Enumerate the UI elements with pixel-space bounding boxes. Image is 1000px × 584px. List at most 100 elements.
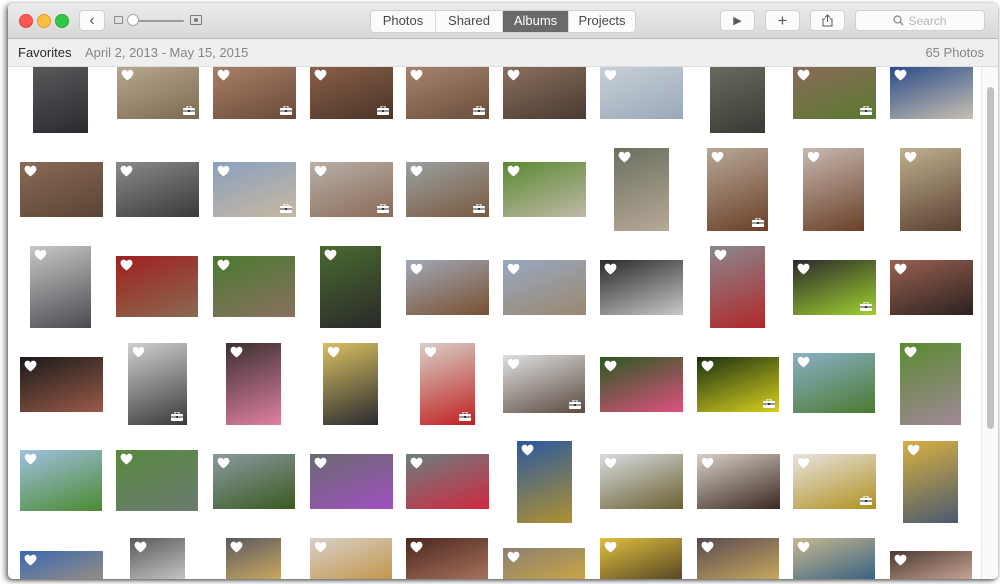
photo-thumbnail[interactable] [503, 548, 585, 579]
share-button[interactable] [810, 10, 845, 31]
favorite-heart-icon[interactable] [314, 457, 327, 469]
photo-thumbnail[interactable] [310, 67, 393, 119]
favorite-heart-icon[interactable] [24, 554, 37, 566]
scrollbar-thumb[interactable] [987, 87, 994, 429]
favorite-heart-icon[interactable] [701, 457, 714, 469]
photo-thumbnail[interactable] [890, 260, 973, 315]
favorite-heart-icon[interactable] [120, 453, 133, 465]
tab-photos[interactable]: Photos [371, 11, 436, 32]
photo-thumbnail[interactable] [900, 343, 961, 425]
favorite-heart-icon[interactable] [327, 346, 340, 358]
photo-thumbnail[interactable] [323, 343, 378, 425]
favorite-heart-icon[interactable] [424, 346, 437, 358]
photo-thumbnail[interactable] [707, 148, 768, 231]
add-button[interactable]: + [765, 10, 800, 31]
favorite-heart-icon[interactable] [711, 151, 724, 163]
favorite-heart-icon[interactable] [34, 249, 47, 261]
favorite-heart-icon[interactable] [314, 69, 327, 81]
photo-thumbnail[interactable] [890, 551, 972, 579]
favorite-heart-icon[interactable] [134, 541, 147, 553]
photo-thumbnail[interactable] [406, 260, 489, 315]
favorite-heart-icon[interactable] [410, 263, 423, 275]
favorite-heart-icon[interactable] [217, 69, 230, 81]
favorite-heart-icon[interactable] [507, 551, 520, 563]
favorite-heart-icon[interactable] [618, 151, 631, 163]
photo-thumbnail[interactable] [517, 441, 572, 523]
tab-shared[interactable]: Shared [436, 11, 503, 32]
favorite-heart-icon[interactable] [120, 259, 133, 271]
favorite-heart-icon[interactable] [604, 360, 617, 372]
photo-thumbnail[interactable] [406, 162, 489, 217]
photo-thumbnail[interactable] [406, 454, 489, 509]
photo-thumbnail[interactable] [20, 162, 103, 217]
photo-thumbnail[interactable] [600, 357, 683, 412]
scrollbar[interactable] [981, 67, 998, 579]
photo-thumbnail[interactable] [600, 538, 682, 579]
photo-thumbnail[interactable] [503, 162, 586, 217]
favorite-heart-icon[interactable] [314, 165, 327, 177]
back-button[interactable]: ‹ [79, 10, 105, 31]
photo-thumbnail[interactable] [793, 353, 875, 413]
favorite-heart-icon[interactable] [797, 457, 810, 469]
favorite-heart-icon[interactable] [807, 151, 820, 163]
favorite-heart-icon[interactable] [797, 541, 810, 553]
favorite-heart-icon[interactable] [604, 541, 617, 553]
photo-thumbnail[interactable] [116, 162, 199, 217]
favorite-heart-icon[interactable] [894, 554, 907, 566]
photo-thumbnail[interactable] [697, 454, 780, 509]
favorite-heart-icon[interactable] [797, 356, 810, 368]
favorite-heart-icon[interactable] [507, 358, 520, 370]
photo-thumbnail[interactable] [20, 357, 103, 412]
photo-thumbnail[interactable] [900, 148, 961, 231]
photo-thumbnail[interactable] [503, 260, 586, 315]
photo-thumbnail[interactable] [710, 67, 765, 133]
favorite-heart-icon[interactable] [410, 541, 423, 553]
favorite-heart-icon[interactable] [604, 457, 617, 469]
photo-thumbnail[interactable] [213, 454, 295, 509]
photo-thumbnail[interactable] [117, 67, 199, 119]
favorite-heart-icon[interactable] [604, 263, 617, 275]
favorite-heart-icon[interactable] [324, 249, 337, 261]
photo-thumbnail[interactable] [420, 343, 475, 425]
tab-projects[interactable]: Projects [569, 11, 635, 32]
photo-thumbnail[interactable] [710, 246, 765, 328]
photo-thumbnail[interactable] [130, 538, 185, 579]
favorite-heart-icon[interactable] [132, 346, 145, 358]
favorite-heart-icon[interactable] [507, 69, 520, 81]
photo-thumbnail[interactable] [20, 450, 102, 511]
favorite-heart-icon[interactable] [714, 249, 727, 261]
photo-thumbnail[interactable] [310, 454, 393, 509]
favorite-heart-icon[interactable] [797, 263, 810, 275]
photo-thumbnail[interactable] [406, 67, 489, 119]
tab-albums[interactable]: Albums [503, 11, 569, 32]
slideshow-button[interactable]: ▶ [720, 10, 755, 31]
close-window-button[interactable] [19, 14, 33, 28]
favorite-heart-icon[interactable] [604, 69, 617, 81]
photo-thumbnail[interactable] [697, 357, 779, 412]
photo-thumbnail[interactable] [30, 246, 91, 328]
favorite-heart-icon[interactable] [521, 444, 534, 456]
photo-thumbnail[interactable] [503, 67, 586, 119]
photo-thumbnail[interactable] [213, 256, 295, 317]
photo-thumbnail[interactable] [320, 246, 381, 328]
favorite-heart-icon[interactable] [217, 457, 230, 469]
slider-knob[interactable] [127, 14, 139, 26]
photo-thumbnail[interactable] [128, 343, 187, 425]
favorite-heart-icon[interactable] [507, 165, 520, 177]
photo-thumbnail[interactable] [213, 67, 296, 119]
favorite-heart-icon[interactable] [907, 444, 920, 456]
favorite-heart-icon[interactable] [904, 151, 917, 163]
favorite-heart-icon[interactable] [701, 360, 714, 372]
favorite-heart-icon[interactable] [894, 69, 907, 81]
favorite-heart-icon[interactable] [121, 69, 134, 81]
photo-thumbnail[interactable] [803, 148, 864, 231]
photo-thumbnail[interactable] [793, 538, 875, 579]
photo-thumbnail[interactable] [600, 67, 683, 119]
minimize-window-button[interactable] [37, 14, 51, 28]
photo-thumbnail[interactable] [600, 260, 683, 315]
favorite-heart-icon[interactable] [230, 541, 243, 553]
favorite-heart-icon[interactable] [230, 346, 243, 358]
favorite-heart-icon[interactable] [904, 346, 917, 358]
photo-thumbnail[interactable] [793, 454, 876, 509]
favorite-heart-icon[interactable] [24, 165, 37, 177]
